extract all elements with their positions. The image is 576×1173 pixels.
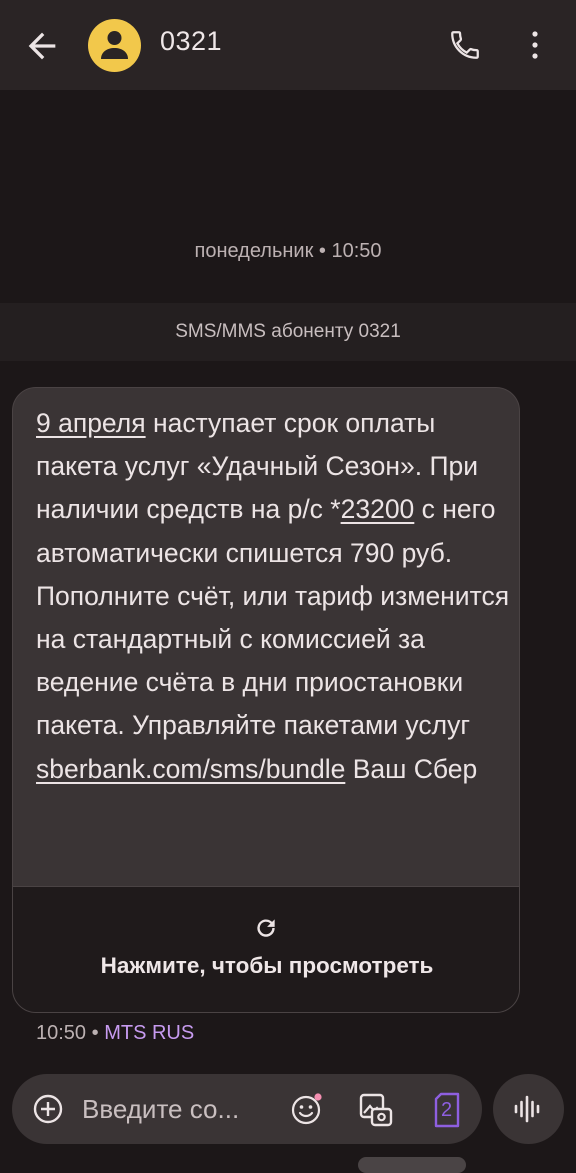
voice-message-button[interactable] (493, 1074, 564, 1144)
message-meta: 10:50 • MTS RUS (36, 1022, 194, 1045)
carrier-label: MTS RUS (104, 1022, 195, 1044)
gallery-button[interactable] (358, 1092, 394, 1128)
add-attachment-button[interactable] (32, 1093, 64, 1125)
date-link[interactable]: 9 апреля (36, 408, 146, 438)
gesture-bar (358, 1157, 466, 1173)
emoji-button[interactable] (290, 1092, 324, 1126)
gallery-icon (359, 1093, 393, 1127)
sim-number: 2 (441, 1099, 453, 1121)
sim-selector-button[interactable]: 2 (432, 1092, 462, 1128)
emoji-icon (291, 1093, 322, 1125)
meta-separator: • (86, 1022, 105, 1044)
more-vert-icon (532, 31, 538, 59)
message-text-part: с него автоматически спишется 790 руб. П… (36, 494, 510, 741)
account-link[interactable]: 23200 (341, 494, 415, 524)
voice-waveform-icon (514, 1095, 540, 1123)
sms-banner: SMS/MMS абоненту 0321 (0, 303, 576, 361)
message-bubble[interactable]: 9 апреля наступает срок оплаты пакета ус… (12, 387, 520, 1013)
person-icon (101, 31, 128, 59)
message-time: 10:50 (36, 1022, 87, 1044)
avatar[interactable] (88, 19, 141, 72)
contact-name: 0321 (160, 26, 223, 56)
phone-icon (451, 31, 479, 59)
top-app-bar: 0321 (0, 0, 576, 90)
date-separator: понедельник • 10:50 (194, 240, 382, 262)
preview-label: Нажмите, чтобы просмотреть (100, 953, 434, 978)
compose-bar: 2 (12, 1074, 482, 1144)
url-link[interactable]: sberbank.com/sms/bundle (36, 754, 345, 784)
message-text: 9 апреля наступает срок оплаты пакета ус… (36, 402, 511, 791)
back-button[interactable] (22, 26, 62, 66)
plus-circle-icon (33, 1094, 63, 1124)
message-text-part: Ваш Сбер (345, 753, 478, 784)
message-input[interactable] (82, 1092, 272, 1126)
link-preview-button[interactable]: Нажмите, чтобы просмотреть (13, 886, 519, 1012)
call-button[interactable] (448, 28, 482, 62)
arrow-left-icon (28, 32, 56, 60)
more-options-button[interactable] (523, 28, 547, 62)
refresh-icon (257, 919, 275, 937)
